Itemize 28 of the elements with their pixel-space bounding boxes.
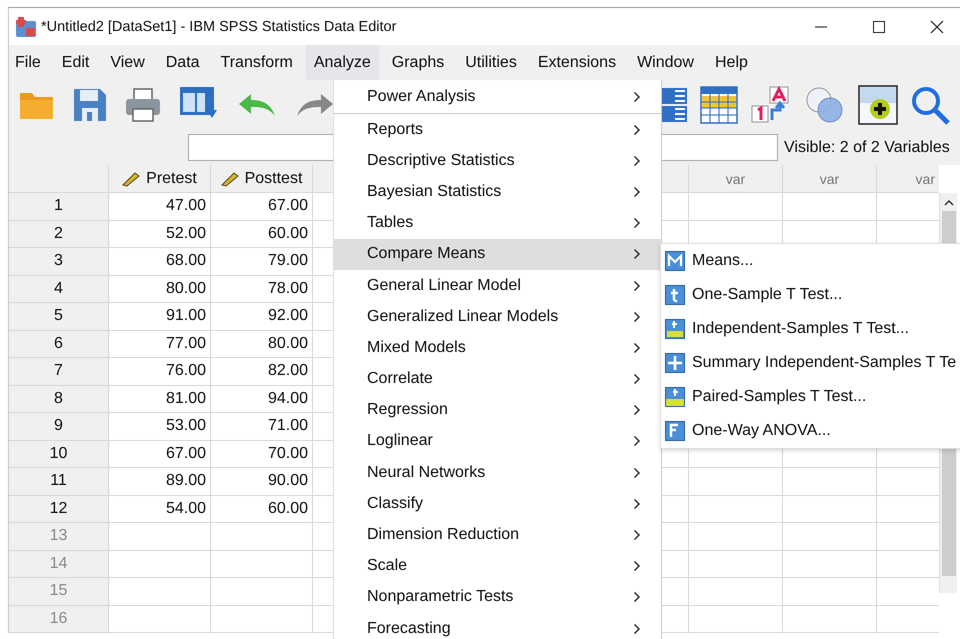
table-cell: 90.00 bbox=[211, 468, 313, 496]
table-cell: 47.00 bbox=[109, 193, 211, 220]
table-cell: 71.00 bbox=[211, 413, 313, 440]
table-cell: 70.00 bbox=[211, 440, 313, 468]
table-cell: 79.00 bbox=[211, 248, 313, 276]
table-cell: 77.00 bbox=[109, 330, 211, 358]
table-cell: 82.00 bbox=[211, 358, 313, 386]
table-cell: 78.00 bbox=[211, 276, 313, 303]
table-cell: 67.00 bbox=[211, 193, 313, 220]
table-cell: 54.00 bbox=[109, 496, 211, 523]
window-title: *Untitled2 [DataSet1] - IBM SPSS Statistics Data Editor bbox=[41, 18, 396, 34]
table-cell: 91.00 bbox=[109, 303, 211, 330]
table-cell: 52.00 bbox=[109, 220, 211, 248]
table-cell: 76.00 bbox=[109, 358, 211, 386]
table-cell: 67.00 bbox=[109, 440, 211, 468]
visible-variables-text: Visible: 2 of 2 Variables bbox=[784, 138, 950, 156]
table-cell: 60.00 bbox=[211, 496, 313, 523]
table-cell: 89.00 bbox=[109, 468, 211, 496]
column-title: Posttest bbox=[244, 170, 302, 188]
table-cell: 80.00 bbox=[109, 276, 211, 303]
table-cell: 94.00 bbox=[211, 386, 313, 413]
table-cell: 68.00 bbox=[109, 248, 211, 276]
table-cell: 60.00 bbox=[211, 220, 313, 248]
column-title: Pretest bbox=[146, 170, 197, 188]
table-cell: 92.00 bbox=[211, 303, 313, 330]
table-cell: 80.00 bbox=[211, 330, 313, 358]
table-cell: 53.00 bbox=[109, 413, 211, 440]
table-cell: 81.00 bbox=[109, 386, 211, 413]
